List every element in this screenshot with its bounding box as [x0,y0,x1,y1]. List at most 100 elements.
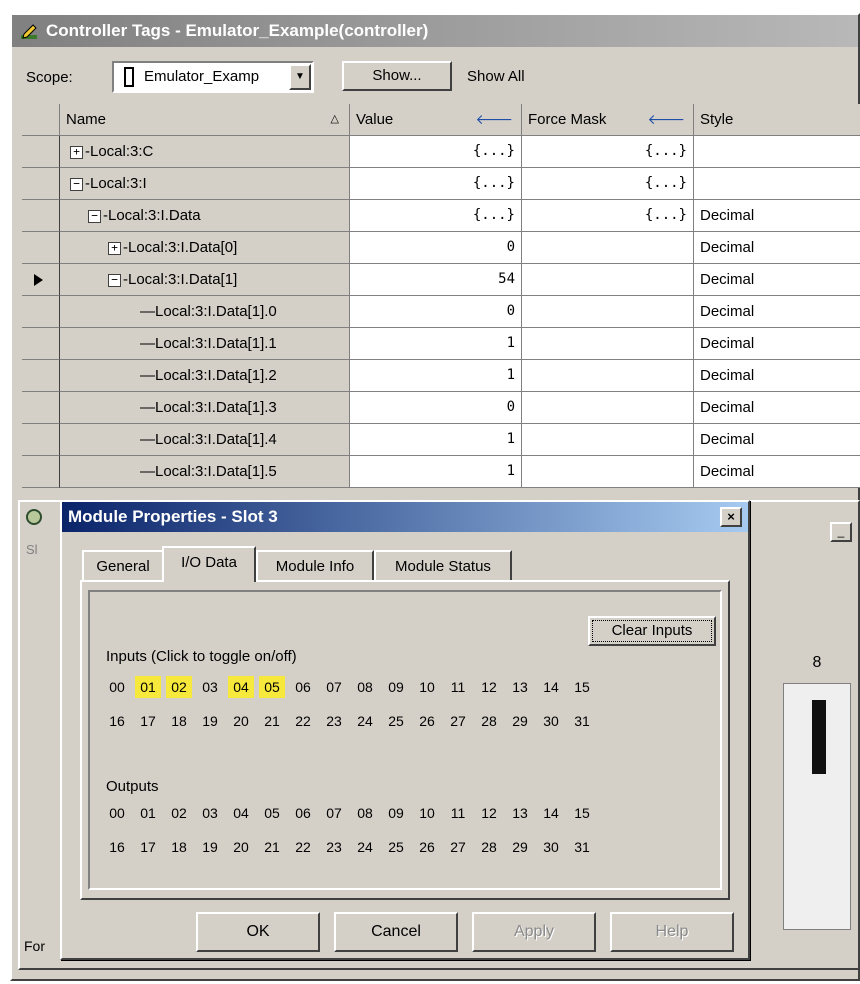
tab-general[interactable]: General [82,550,164,580]
input-bit[interactable]: 24 [352,710,378,732]
tag-name-cell[interactable]: − -Local:3:I.Data[1] [60,264,350,296]
tag-force-cell[interactable] [522,360,694,392]
cancel-button[interactable]: Cancel [334,912,458,952]
tag-force-cell[interactable] [522,328,694,360]
input-bit[interactable]: 10 [414,676,440,698]
tag-value-cell[interactable]: 54 [350,264,522,296]
tag-force-cell[interactable] [522,456,694,488]
dialog-title-bar[interactable]: Module Properties - Slot 3 × [62,502,748,532]
help-button[interactable]: Help [610,912,734,952]
table-row[interactable]: —Local:3:I.Data[1].5 1 Decimal [22,456,860,488]
input-bit[interactable]: 21 [259,710,285,732]
input-bit[interactable]: 15 [569,676,595,698]
column-header-force-mask[interactable]: Force Mask 🡐 [522,104,694,136]
input-bit[interactable]: 19 [197,710,223,732]
input-bit[interactable]: 22 [290,710,316,732]
row-selector[interactable] [22,424,60,456]
tag-force-cell[interactable]: {...} [522,136,694,168]
tag-style-cell[interactable]: Decimal [694,264,860,296]
row-selector[interactable] [22,392,60,424]
clear-inputs-button[interactable]: Clear Inputs [588,616,716,646]
input-bit[interactable]: 06 [290,676,316,698]
collapse-icon[interactable]: − [108,274,121,287]
input-bit[interactable]: 14 [538,676,564,698]
tag-name-cell[interactable]: —Local:3:I.Data[1].3 [60,392,350,424]
chevron-down-icon[interactable]: ▼ [289,64,311,90]
input-bit[interactable]: 28 [476,710,502,732]
row-selector[interactable] [22,360,60,392]
tag-force-cell[interactable] [522,232,694,264]
module-slot-8[interactable]: 8 [783,654,851,930]
tag-style-cell[interactable]: Decimal [694,360,860,392]
input-bit[interactable]: 00 [104,676,130,698]
input-bit[interactable]: 23 [321,710,347,732]
apply-button[interactable]: Apply [472,912,596,952]
collapse-icon[interactable]: − [70,178,83,191]
input-bit[interactable]: 27 [445,710,471,732]
row-selector[interactable] [22,200,60,232]
tag-force-cell[interactable] [522,296,694,328]
tag-name-cell[interactable]: + -Local:3:C [60,136,350,168]
tag-force-cell[interactable] [522,264,694,296]
row-selector[interactable] [22,232,60,264]
tag-name-cell[interactable]: —Local:3:I.Data[1].1 [60,328,350,360]
controller-tags-title-bar[interactable]: Controller Tags - Emulator_Example(contr… [12,15,858,47]
tag-name-cell[interactable]: + -Local:3:I.Data[0] [60,232,350,264]
tag-name-cell[interactable]: —Local:3:I.Data[1].2 [60,360,350,392]
input-bit[interactable]: 05 [259,676,285,698]
tag-style-cell[interactable]: Decimal [694,232,860,264]
row-selector[interactable] [22,456,60,488]
input-bit[interactable]: 01 [135,676,161,698]
tag-force-cell[interactable] [522,424,694,456]
tag-style-cell[interactable]: Decimal [694,424,860,456]
tag-force-cell[interactable]: {...} [522,168,694,200]
tag-value-cell[interactable]: 0 [350,232,522,264]
collapse-icon[interactable]: − [88,210,101,223]
input-bit[interactable]: 26 [414,710,440,732]
input-bit[interactable]: 03 [197,676,223,698]
input-bit[interactable]: 16 [104,710,130,732]
tag-value-cell[interactable]: 0 [350,296,522,328]
row-selector[interactable] [22,136,60,168]
table-row[interactable]: − -Local:3:I {...} {...} [22,168,860,200]
input-bit[interactable]: 17 [135,710,161,732]
show-button[interactable]: Show... [342,61,452,91]
column-header-value[interactable]: Value 🡐 [350,104,522,136]
tag-value-cell[interactable]: 1 [350,360,522,392]
tag-name-cell[interactable]: —Local:3:I.Data[1].4 [60,424,350,456]
input-bit[interactable]: 02 [166,676,192,698]
column-header-style[interactable]: Style [694,104,860,136]
scope-dropdown[interactable]: Emulator_Examp ▼ [112,61,314,93]
input-bit[interactable]: 04 [228,676,254,698]
tag-style-cell[interactable]: Decimal [694,392,860,424]
table-row[interactable]: —Local:3:I.Data[1].4 1 Decimal [22,424,860,456]
tag-style-cell[interactable] [694,136,860,168]
tag-name-cell[interactable]: − -Local:3:I.Data [60,200,350,232]
input-bit[interactable]: 11 [445,676,471,698]
input-bit[interactable]: 31 [569,710,595,732]
input-bit[interactable]: 08 [352,676,378,698]
tag-style-cell[interactable]: Decimal [694,456,860,488]
input-bit[interactable]: 07 [321,676,347,698]
tag-value-cell[interactable]: 1 [350,456,522,488]
ok-button[interactable]: OK [196,912,320,952]
table-row[interactable]: —Local:3:I.Data[1].2 1 Decimal [22,360,860,392]
tag-style-cell[interactable] [694,168,860,200]
column-header-name[interactable]: Name △ [60,104,350,136]
input-bit[interactable]: 20 [228,710,254,732]
close-icon[interactable]: × [720,507,742,527]
table-row[interactable]: —Local:3:I.Data[1].1 1 Decimal [22,328,860,360]
table-row[interactable]: − -Local:3:I.Data[1] 54 Decimal [22,264,860,296]
table-row[interactable]: + -Local:3:I.Data[0] 0 Decimal [22,232,860,264]
table-row[interactable]: —Local:3:I.Data[1].3 0 Decimal [22,392,860,424]
tag-name-cell[interactable]: − -Local:3:I [60,168,350,200]
row-selector[interactable] [22,296,60,328]
input-bit[interactable]: 29 [507,710,533,732]
expand-icon[interactable]: + [108,242,121,255]
tag-name-cell[interactable]: —Local:3:I.Data[1].0 [60,296,350,328]
tag-value-cell[interactable]: 0 [350,392,522,424]
row-selector[interactable] [22,264,60,296]
row-selector[interactable] [22,328,60,360]
table-row[interactable]: + -Local:3:C {...} {...} [22,136,860,168]
tag-value-cell[interactable]: 1 [350,424,522,456]
